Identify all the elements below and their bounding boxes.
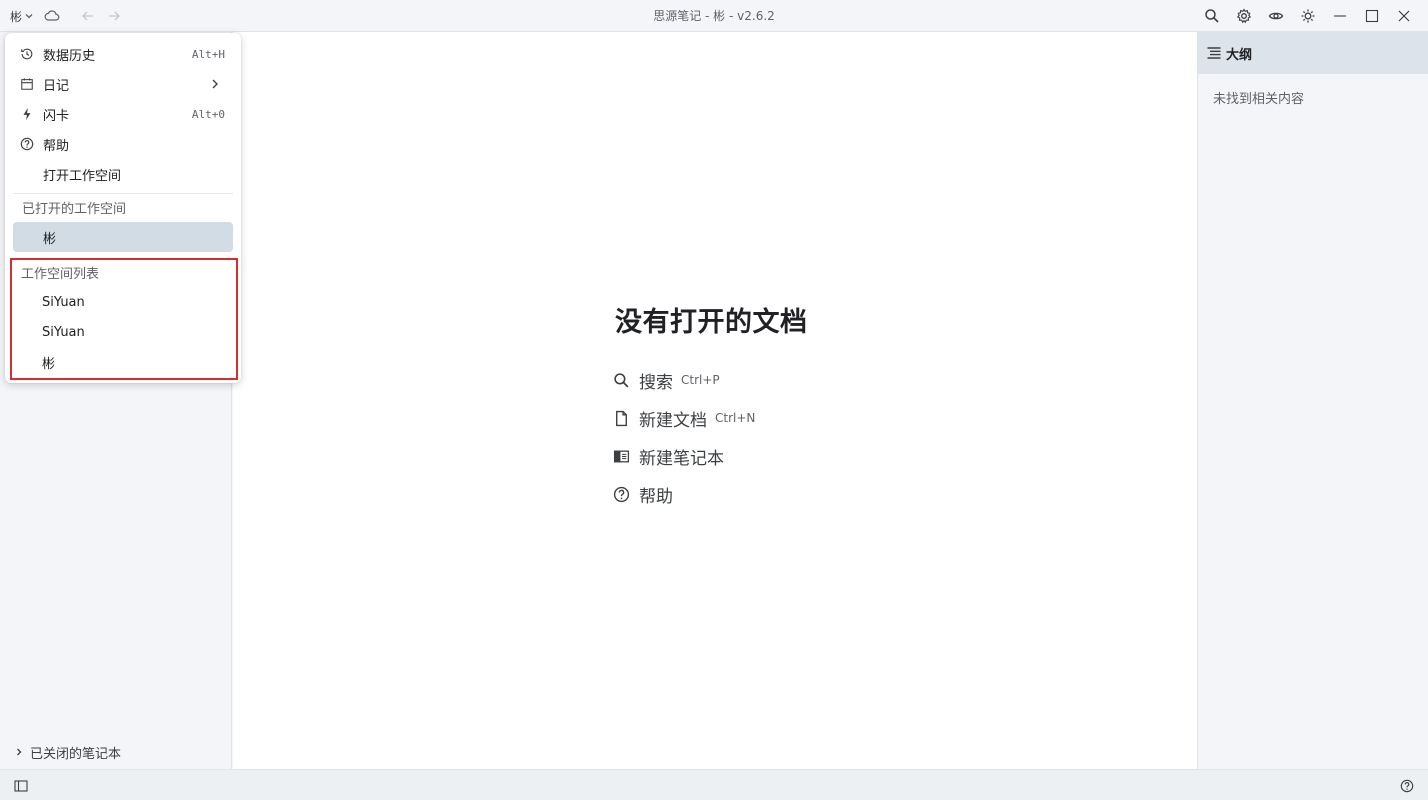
minimize-icon bbox=[1334, 15, 1346, 17]
menu-item-flashcard[interactable]: 闪卡 Alt+0 bbox=[13, 99, 233, 129]
menu-item-open-workspace[interactable]: 打开工作空间 bbox=[13, 159, 233, 189]
outline-empty-message: 未找到相关内容 bbox=[1213, 92, 1305, 107]
workspace-item-label: SiYuan bbox=[42, 324, 85, 340]
theme-button[interactable] bbox=[1292, 0, 1324, 32]
calendar-icon bbox=[21, 78, 33, 90]
menu-item-shortcut: Alt+0 bbox=[191, 107, 225, 121]
menu-item-label: 帮助 bbox=[43, 138, 70, 154]
opened-workspace-current[interactable]: 彬 bbox=[13, 222, 233, 252]
search-icon bbox=[1205, 9, 1219, 23]
outline-panel: 大纲 未找到相关内容 bbox=[1197, 32, 1428, 769]
workspace-list-item[interactable]: SiYuan bbox=[15, 287, 233, 317]
editor-area: 没有打开的文档 搜索 Ctrl+P 新建文档 Ctrl+N 新建笔记本 帮助 bbox=[233, 32, 1197, 769]
search-icon bbox=[614, 372, 629, 387]
workspace-item-label: SiYuan bbox=[42, 294, 85, 310]
maximize-icon bbox=[1365, 9, 1379, 23]
menu-item-label: 日记 bbox=[43, 78, 70, 94]
menu-item-label: 打开工作空间 bbox=[43, 168, 122, 184]
workspace-list-item[interactable]: 彬 bbox=[15, 347, 233, 377]
help-icon bbox=[1400, 779, 1414, 793]
action-new-doc[interactable]: 新建文档 Ctrl+N bbox=[613, 399, 808, 437]
sun-icon bbox=[1301, 9, 1315, 23]
chevron-right-icon bbox=[17, 748, 22, 756]
menu-item-shortcut: Alt+H bbox=[191, 47, 225, 61]
settings-button[interactable] bbox=[1228, 0, 1260, 32]
action-shortcut: Ctrl+P bbox=[681, 373, 720, 387]
chevron-right-icon bbox=[212, 79, 218, 89]
closed-notebooks-label: 已关闭的笔记本 bbox=[30, 746, 122, 762]
workspace-list-item[interactable]: SiYuan bbox=[15, 317, 233, 347]
title-bar-right bbox=[1196, 0, 1420, 32]
action-label: 新建文档 bbox=[639, 410, 707, 431]
gear-icon bbox=[1236, 8, 1252, 24]
status-help-button[interactable] bbox=[1400, 778, 1414, 797]
workspace-item-label: 彬 bbox=[43, 231, 57, 247]
empty-state-title: 没有打开的文档 bbox=[615, 307, 808, 338]
workspace-list-label: 工作空间列表 bbox=[21, 267, 100, 282]
menu-item-label: 闪卡 bbox=[43, 108, 70, 124]
dock-toggle-button[interactable] bbox=[14, 778, 28, 797]
read-mode-button[interactable] bbox=[1260, 0, 1292, 32]
closed-notebooks-toggle[interactable]: 已关闭的笔记本 bbox=[14, 743, 122, 762]
file-icon bbox=[616, 410, 627, 426]
menu-item-label: 数据历史 bbox=[43, 48, 96, 64]
action-new-notebook[interactable]: 新建笔记本 bbox=[613, 437, 808, 475]
opened-workspaces-label: 已打开的工作空间 bbox=[22, 202, 127, 217]
title-bar: 彬 思源笔记 - 彬 - v2.6.2 bbox=[0, 0, 1428, 32]
workspace-menu: 数据历史 Alt+H 日记 闪卡 Alt+0 帮助 打开工作空间 已打开的工作空… bbox=[5, 33, 241, 383]
action-label: 新建笔记本 bbox=[639, 448, 724, 469]
action-shortcut: Ctrl+N bbox=[715, 411, 756, 425]
close-window-button[interactable] bbox=[1388, 0, 1420, 32]
outline-title: 大纲 bbox=[1226, 47, 1253, 63]
action-label: 帮助 bbox=[639, 486, 673, 507]
workspace-item-label: 彬 bbox=[42, 356, 56, 372]
action-help[interactable]: 帮助 bbox=[613, 475, 808, 513]
close-icon bbox=[1398, 10, 1410, 22]
workspace-list-section: 工作空间列表 SiYuan SiYuan 彬 bbox=[10, 258, 238, 380]
maximize-button[interactable] bbox=[1356, 0, 1388, 32]
help-icon bbox=[613, 486, 630, 502]
menu-separator bbox=[13, 193, 233, 194]
minimize-button[interactable] bbox=[1324, 0, 1356, 32]
history-icon bbox=[21, 48, 33, 60]
sidebar-toggle-icon bbox=[14, 780, 28, 792]
eye-icon bbox=[1268, 12, 1284, 20]
search-button[interactable] bbox=[1196, 0, 1228, 32]
lightning-icon bbox=[23, 107, 31, 121]
status-bar bbox=[0, 769, 1428, 800]
outline-header[interactable]: 大纲 bbox=[1198, 32, 1428, 74]
action-search[interactable]: 搜索 Ctrl+P bbox=[613, 361, 808, 399]
action-label: 搜索 bbox=[639, 372, 673, 393]
menu-item-data-history[interactable]: 数据历史 Alt+H bbox=[13, 39, 233, 69]
help-icon bbox=[20, 137, 34, 151]
menu-item-daily-note[interactable]: 日记 bbox=[13, 69, 233, 99]
outline-icon bbox=[1207, 47, 1221, 59]
empty-state: 没有打开的文档 搜索 Ctrl+P 新建文档 Ctrl+N 新建笔记本 帮助 bbox=[613, 300, 808, 513]
notebook-icon bbox=[613, 450, 630, 462]
menu-item-help[interactable]: 帮助 bbox=[13, 129, 233, 159]
